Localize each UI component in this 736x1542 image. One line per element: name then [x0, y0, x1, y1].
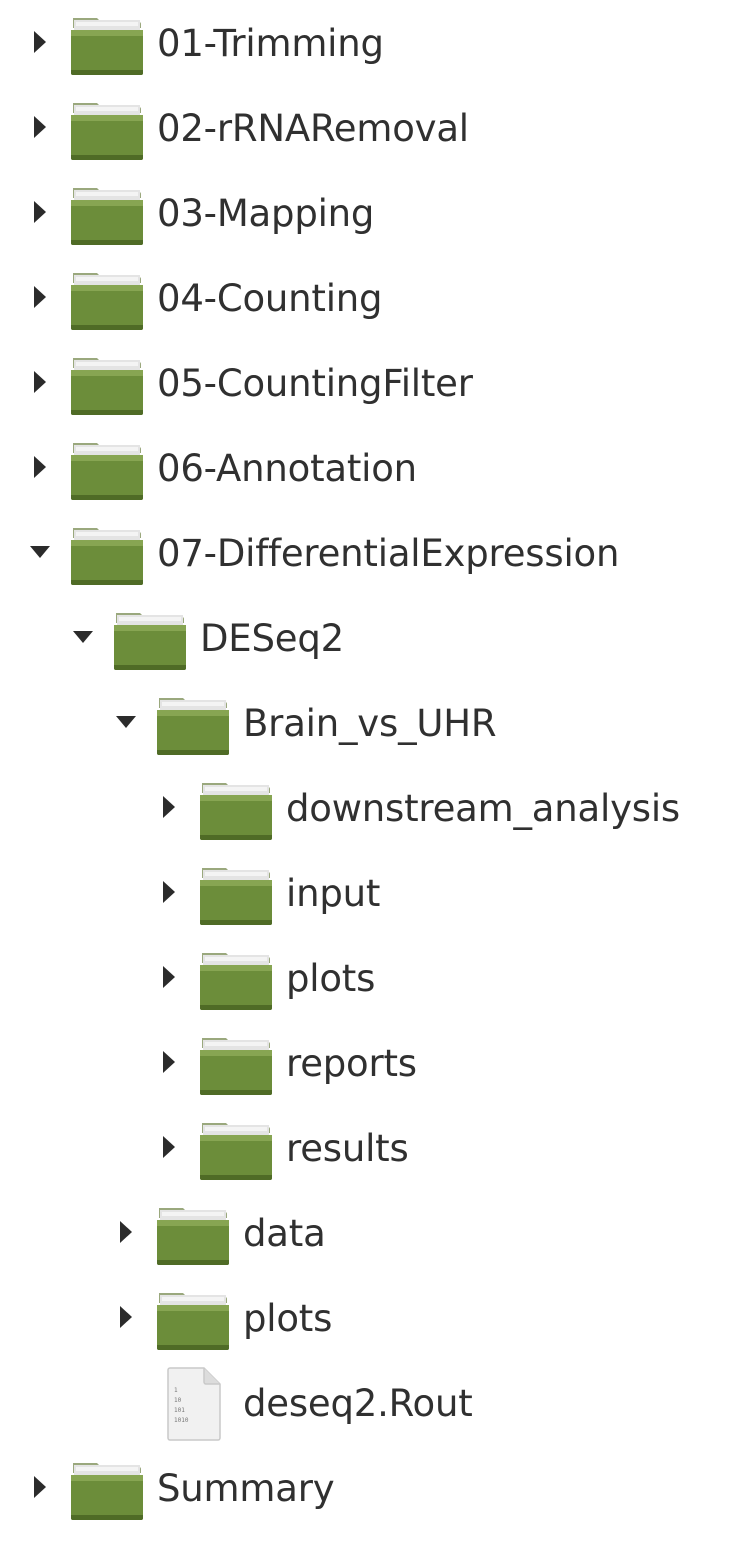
tree-item-label: 06-Annotation	[157, 447, 417, 490]
folder-icon	[70, 14, 144, 76]
tree-item-label: reports	[286, 1042, 417, 1085]
collapsed-arrow-icon[interactable]	[30, 370, 50, 394]
file-tree: 01-Trimming 02-rRNARemoval 03-Mapping 04-Co…	[0, 0, 736, 1542]
tree-item-label: Summary	[157, 1467, 335, 1510]
tree-folder-row[interactable]: plots	[0, 1275, 736, 1360]
tree-item-label: input	[286, 872, 381, 915]
tree-item-label: 01-Trimming	[157, 22, 384, 65]
tree-folder-row[interactable]: 07-DifferentialExpression	[0, 510, 736, 595]
tree-item-label: plots	[243, 1297, 333, 1340]
tree-folder-row[interactable]: 01-Trimming	[0, 0, 736, 85]
tree-item-label: 03-Mapping	[157, 192, 375, 235]
folder-icon	[156, 1289, 230, 1351]
folder-icon	[70, 439, 144, 501]
folder-icon	[199, 1119, 273, 1181]
tree-folder-row[interactable]: 03-Mapping	[0, 170, 736, 255]
collapsed-arrow-icon[interactable]	[30, 115, 50, 139]
collapsed-arrow-icon[interactable]	[30, 1475, 50, 1499]
binary-file-icon: 1 10 101 1010	[157, 1366, 231, 1442]
folder-icon	[199, 779, 273, 841]
tree-folder-row[interactable]: data	[0, 1190, 736, 1275]
svg-text:1: 1	[174, 1387, 178, 1394]
folder-icon	[70, 269, 144, 331]
tree-item-label: 07-DifferentialExpression	[157, 532, 620, 575]
collapsed-arrow-icon[interactable]	[116, 1220, 136, 1244]
tree-file-row[interactable]: 1 10 101 1010 deseq2.Rout	[0, 1360, 736, 1445]
tree-folder-row[interactable]: Brain_vs_UHR	[0, 680, 736, 765]
tree-item-label: results	[286, 1127, 409, 1170]
tree-folder-row[interactable]: DESeq2	[0, 595, 736, 680]
folder-icon	[199, 1034, 273, 1096]
svg-text:101: 101	[174, 1407, 185, 1414]
tree-item-label: downstream_analysis	[286, 787, 681, 830]
tree-item-label: Brain_vs_UHR	[243, 702, 497, 745]
tree-item-label: 04-Counting	[157, 277, 383, 320]
tree-item-label: data	[243, 1212, 326, 1255]
folder-icon	[156, 694, 230, 756]
collapsed-arrow-icon[interactable]	[30, 285, 50, 309]
tree-folder-row[interactable]: 05-CountingFilter	[0, 340, 736, 425]
tree-folder-row[interactable]: results	[0, 1105, 736, 1190]
tree-item-label: 02-rRNARemoval	[157, 107, 469, 150]
tree-folder-row[interactable]: input	[0, 850, 736, 935]
folder-icon	[70, 354, 144, 416]
tree-folder-row[interactable]: 04-Counting	[0, 255, 736, 340]
tree-folder-row[interactable]: 02-rRNARemoval	[0, 85, 736, 170]
folder-icon	[199, 864, 273, 926]
collapsed-arrow-icon[interactable]	[159, 795, 179, 819]
svg-text:10: 10	[174, 1397, 182, 1404]
tree-folder-row[interactable]: plots	[0, 935, 736, 1020]
tree-folder-row[interactable]: downstream_analysis	[0, 765, 736, 850]
folder-icon	[70, 524, 144, 586]
collapsed-arrow-icon[interactable]	[30, 455, 50, 479]
collapsed-arrow-icon[interactable]	[159, 1135, 179, 1159]
collapsed-arrow-icon[interactable]	[30, 30, 50, 54]
collapsed-arrow-icon[interactable]	[159, 1050, 179, 1074]
collapsed-arrow-icon[interactable]	[159, 965, 179, 989]
svg-text:1010: 1010	[174, 1417, 189, 1424]
tree-folder-row[interactable]: Summary	[0, 1445, 736, 1530]
folder-icon	[70, 1459, 144, 1521]
expanded-arrow-icon[interactable]	[116, 710, 136, 734]
tree-item-label: DESeq2	[200, 617, 344, 660]
tree-folder-row[interactable]: reports	[0, 1020, 736, 1105]
tree-folder-row[interactable]: 06-Annotation	[0, 425, 736, 510]
folder-icon	[199, 949, 273, 1011]
folder-icon	[70, 184, 144, 246]
collapsed-arrow-icon[interactable]	[116, 1305, 136, 1329]
folder-icon	[70, 99, 144, 161]
tree-item-label: plots	[286, 957, 376, 1000]
tree-item-label: 05-CountingFilter	[157, 362, 473, 405]
collapsed-arrow-icon[interactable]	[159, 880, 179, 904]
expanded-arrow-icon[interactable]	[30, 540, 50, 564]
folder-icon	[113, 609, 187, 671]
folder-icon	[156, 1204, 230, 1266]
expanded-arrow-icon[interactable]	[73, 625, 93, 649]
collapsed-arrow-icon[interactable]	[30, 200, 50, 224]
tree-item-label: deseq2.Rout	[243, 1382, 473, 1425]
